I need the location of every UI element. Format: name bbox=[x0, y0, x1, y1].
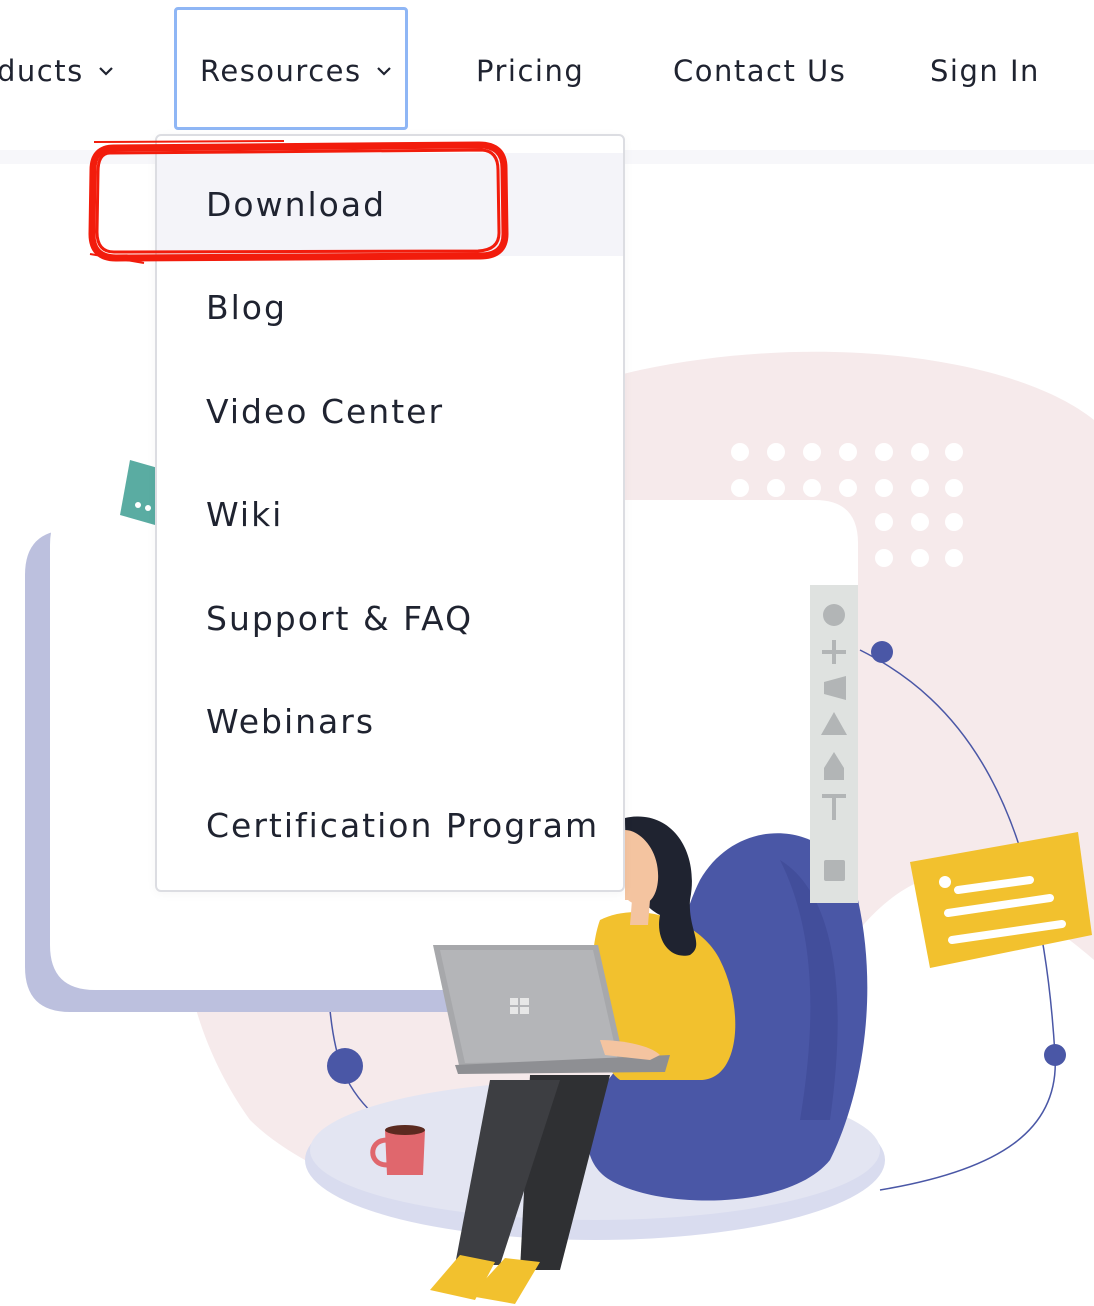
nav-sign-in[interactable]: Sign In bbox=[930, 48, 1040, 94]
nav-contact-us-label: Contact Us bbox=[673, 54, 847, 88]
square-tool-icon bbox=[824, 860, 845, 881]
menu-item-label: Download bbox=[206, 185, 387, 224]
menu-item-support-faq[interactable]: Support & FAQ bbox=[157, 567, 623, 670]
connector-node bbox=[871, 641, 893, 663]
nav-pricing-label: Pricing bbox=[476, 54, 585, 88]
connector-node bbox=[327, 1048, 363, 1084]
menu-item-label: Webinars bbox=[206, 702, 376, 741]
nav-products-label: ducts bbox=[0, 54, 84, 88]
nav-products[interactable]: ducts bbox=[0, 48, 114, 94]
menu-item-blog[interactable]: Blog bbox=[157, 256, 623, 359]
menu-item-label: Support & FAQ bbox=[206, 599, 474, 638]
menu-item-wiki[interactable]: Wiki bbox=[157, 463, 623, 566]
menu-item-label: Wiki bbox=[206, 495, 284, 534]
focus-ring bbox=[174, 7, 408, 130]
connector-node bbox=[1044, 1044, 1066, 1066]
circle-tool-icon bbox=[823, 604, 845, 626]
nav-pricing[interactable]: Pricing bbox=[476, 48, 584, 94]
resources-dropdown-menu: Download Blog Video Center Wiki Support … bbox=[155, 134, 625, 892]
menu-item-download[interactable]: Download bbox=[157, 153, 623, 256]
menu-item-webinars[interactable]: Webinars bbox=[157, 670, 623, 773]
menu-item-label: Video Center bbox=[206, 392, 445, 431]
nav-sign-in-label: Sign In bbox=[930, 54, 1040, 88]
menu-item-label: Blog bbox=[206, 288, 287, 327]
menu-item-certification-program[interactable]: Certification Program bbox=[157, 774, 623, 877]
nav-contact-us[interactable]: Contact Us bbox=[673, 48, 846, 94]
menu-item-video-center[interactable]: Video Center bbox=[157, 360, 623, 463]
chevron-down-icon bbox=[98, 66, 114, 76]
drawing-toolbar bbox=[810, 585, 858, 903]
menu-item-label: Certification Program bbox=[206, 806, 600, 845]
top-navigation: ducts Resources Pricing Contact Us Sign … bbox=[0, 0, 1094, 150]
